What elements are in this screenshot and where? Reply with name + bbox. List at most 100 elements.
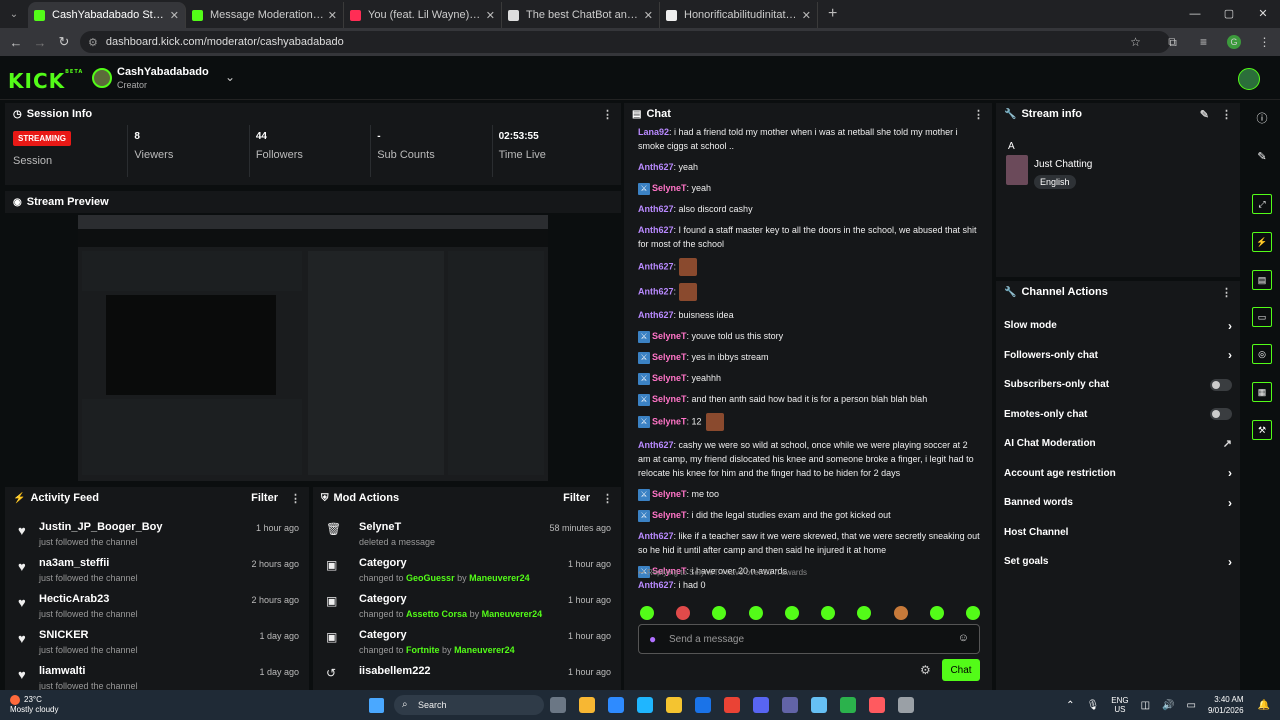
chat-username[interactable]: Anth627 — [638, 440, 674, 450]
chevron-right-icon[interactable]: › — [1228, 319, 1232, 333]
external-link-icon[interactable]: ↗ — [1223, 437, 1232, 450]
chat-username[interactable]: SelyneT — [652, 331, 687, 341]
media-controls-icon[interactable]: ≡ — [1188, 35, 1219, 49]
taskbar-app-icon[interactable] — [579, 697, 595, 713]
channel-action-item[interactable]: Slow mode › — [996, 311, 1240, 341]
chat-input[interactable] — [669, 631, 939, 647]
weather-widget[interactable]: 23°C Mostly cloudy — [10, 695, 58, 715]
chevron-right-icon[interactable]: › — [1228, 555, 1232, 569]
minimize-button[interactable]: — — [1178, 0, 1212, 28]
channel-action-item[interactable]: Banned words › — [996, 488, 1240, 518]
mod-action-by[interactable]: Maneuverer24 — [469, 573, 530, 583]
microphone-tray-icon[interactable]: 🎙 — [1087, 700, 1100, 711]
chat-username[interactable]: SelyneT — [652, 373, 687, 383]
chat-message[interactable]: Anth627: I found a staff master key to a… — [638, 223, 982, 251]
chat-username[interactable]: Anth627 — [638, 580, 674, 590]
mod-action-item[interactable]: 🗑 SelyneT deleted a message 58 minutes ago — [313, 517, 621, 553]
taskbar-app-icon[interactable] — [898, 697, 914, 713]
toggle-switch[interactable] — [1210, 378, 1232, 391]
channel-switcher-chevron-icon[interactable]: ⌄ — [225, 70, 235, 84]
browser-menu-icon[interactable]: ⋮ — [1249, 35, 1280, 49]
chat-menu-icon[interactable]: ⋮ — [973, 108, 984, 121]
emoji-picker-icon[interactable]: ☺ — [958, 632, 969, 644]
pencil-icon[interactable]: ✎ — [1252, 146, 1272, 166]
taskbar-app-icon[interactable] — [637, 697, 653, 713]
chat-username[interactable]: Lana92 — [638, 127, 669, 137]
chat-username[interactable]: SelyneT — [652, 416, 687, 426]
toggle-switch[interactable] — [1210, 408, 1232, 421]
taskbar-app-icon[interactable] — [782, 697, 798, 713]
mod-menu-icon[interactable]: ⋮ — [602, 492, 613, 505]
chat-message[interactable]: ⚔ SelyneT: youve told us this story — [638, 329, 982, 343]
chat-username[interactable]: Anth627 — [638, 225, 674, 235]
lightning-tool-icon[interactable]: ⚡ — [1252, 232, 1272, 252]
stream-info-menu-icon[interactable]: ⋮ — [1221, 108, 1232, 121]
taskbar-app-icon[interactable] — [695, 697, 711, 713]
mod-action-item[interactable]: ▣ Category changed to Fortnite by Maneuver… — [313, 625, 621, 661]
taskbar-search[interactable]: ⌕ Search — [394, 695, 544, 715]
chat-message[interactable]: Anth627: buisness idea — [638, 308, 982, 322]
chat-message[interactable]: ⚔ SelyneT: i did the legal studies exam a… — [638, 508, 982, 522]
browser-tab[interactable]: CashYabadabado Stream - Kick ✕ — [28, 2, 186, 28]
back-button[interactable]: ← — [4, 35, 28, 50]
chat-message[interactable]: ⚔ SelyneT: me too — [638, 487, 982, 501]
mod-action-by[interactable]: Maneuverer24 — [454, 645, 515, 655]
info-icon[interactable]: ⓘ — [1252, 108, 1272, 128]
chat-username[interactable]: SelyneT — [652, 394, 687, 404]
bookmark-star-icon[interactable]: ☆ — [1120, 35, 1151, 49]
emote-icon[interactable] — [821, 606, 836, 620]
chevron-right-icon[interactable]: › — [1228, 496, 1232, 510]
start-button[interactable] — [369, 698, 384, 713]
activity-item[interactable]: ♥ na3am_steffii just followed the channel 2… — [5, 553, 309, 589]
channel-action-item[interactable]: Host Channel — [996, 518, 1240, 548]
emote-icon[interactable] — [712, 606, 727, 620]
new-tab-button[interactable]: + — [828, 5, 837, 23]
chat-message[interactable]: ⚔ SelyneT: and then anth said how bad it … — [638, 392, 982, 406]
tab-close-icon[interactable]: ✕ — [486, 9, 495, 22]
channel-action-item[interactable]: AI Chat Moderation ↗ — [996, 429, 1240, 459]
chat-message[interactable]: Anth627: — [638, 283, 982, 301]
taskbar-app-icon[interactable] — [724, 697, 740, 713]
chevron-right-icon[interactable]: › — [1228, 348, 1232, 362]
chat-username[interactable]: SelyneT — [652, 510, 687, 520]
channel-action-item[interactable]: Emotes-only chat — [996, 400, 1240, 430]
send-chat-button[interactable]: Chat — [942, 659, 980, 681]
channel-name[interactable]: CashYabadabado — [117, 66, 209, 78]
browser-tab[interactable]: Message Moderation - Kick Da ✕ — [186, 2, 344, 28]
chat-username[interactable]: Anth627 — [638, 204, 674, 214]
layout-icon[interactable]: ▦ — [1252, 382, 1272, 402]
tab-close-icon[interactable]: ✕ — [170, 9, 179, 22]
browser-tab[interactable]: The best ChatBot and Widgets ✕ — [502, 2, 660, 28]
reload-button[interactable]: ↻ — [52, 34, 76, 50]
emote-icon[interactable] — [784, 606, 799, 620]
chat-username[interactable]: Anth627 — [638, 531, 674, 541]
chat-message[interactable]: ⚔ SelyneT: yes in ibbys stream — [638, 350, 982, 364]
network-icon[interactable]: ◫ — [1141, 700, 1150, 711]
taskbar-app-icon[interactable] — [753, 697, 769, 713]
channel-action-item[interactable]: Set goals › — [996, 547, 1240, 577]
stream-preview-video[interactable] — [78, 215, 548, 481]
chat-message[interactable]: Anth627: also discord cashy — [638, 202, 982, 216]
chat-message[interactable]: Anth627: — [638, 258, 982, 276]
chat-tool-icon[interactable]: ▭ — [1252, 307, 1272, 327]
taskbar-app-icon[interactable] — [666, 697, 682, 713]
chat-message[interactable]: ⚔ SelyneT: 12 — [638, 413, 982, 431]
chevron-right-icon[interactable]: › — [1228, 466, 1232, 480]
emote-icon[interactable] — [676, 606, 691, 620]
emote-icon[interactable] — [640, 606, 654, 620]
emote-icon[interactable] — [965, 606, 980, 620]
close-window-button[interactable]: ✕ — [1246, 0, 1280, 28]
session-info-menu-icon[interactable]: ⋮ — [602, 108, 613, 121]
mod-action-item[interactable]: ▣ Category changed to GeoGuessr by Maneuve… — [313, 553, 621, 589]
profile-avatar[interactable]: G — [1227, 35, 1241, 49]
chat-message[interactable]: Lana92: i had a friend told my mother wh… — [638, 125, 982, 153]
mod-action-by[interactable]: Maneuverer24 — [482, 609, 543, 619]
browser-tab[interactable]: You (feat. Lil Wayne) - YouT ✕ — [344, 2, 502, 28]
chat-username[interactable]: Anth627 — [638, 261, 674, 271]
expand-icon[interactable]: ⤢ — [1252, 194, 1272, 214]
chat-messages[interactable]: Lana92: i had a friend told my mother wh… — [624, 125, 992, 593]
volume-icon[interactable]: 🔊 — [1162, 700, 1174, 711]
tab-close-icon[interactable]: ✕ — [802, 9, 811, 22]
activity-item[interactable]: ♥ Justin_JP_Booger_Boy just followed the c… — [5, 517, 309, 553]
chat-username[interactable]: Anth627 — [638, 286, 674, 296]
